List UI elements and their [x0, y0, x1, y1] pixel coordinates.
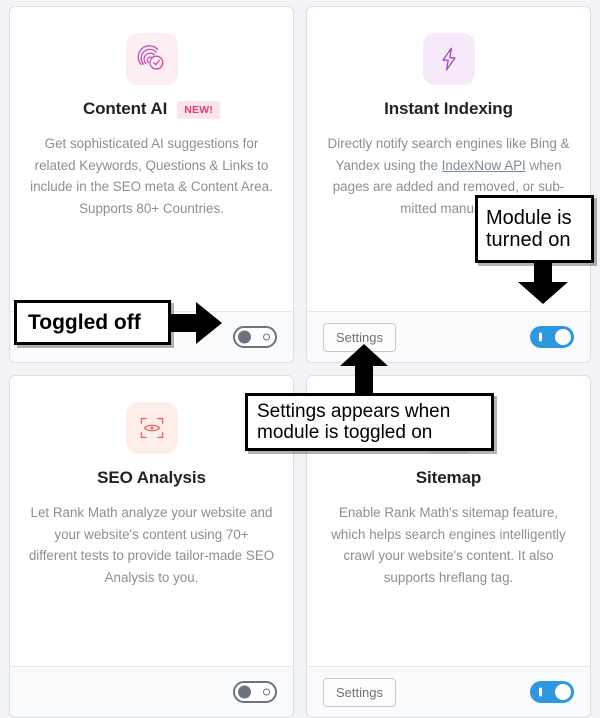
lightning-bolt-icon — [422, 33, 475, 85]
card-title: Instant Indexing — [384, 99, 513, 119]
new-badge: NEW! — [177, 100, 221, 120]
toggle-mark — [539, 687, 542, 697]
card-title-text: Sitemap — [415, 468, 482, 487]
card-title-text: Content AI — [82, 99, 168, 118]
card-description: Let Rank Math analyze your website and y… — [28, 505, 275, 586]
toggle-mark — [263, 688, 270, 696]
content-ai-fingerprint-check-icon — [125, 33, 178, 85]
card-description: Enable Rank Math's sitemap feature, whic… — [331, 505, 566, 586]
toggle-knob — [555, 329, 571, 345]
annotation-module-turned-on: Module is turned on — [475, 195, 594, 263]
card-title: Content AI NEW! — [82, 99, 221, 120]
settings-button-sitemap[interactable]: Settings — [323, 677, 396, 707]
module-toggle-instant-indexing[interactable] — [530, 326, 574, 348]
toggle-knob — [238, 685, 251, 699]
module-card-instant-indexing: Instant Indexing Directly notify search … — [306, 6, 591, 363]
annotation-toggled-off-text: Toggled off — [28, 310, 141, 334]
annotation-module-turned-on-text: Module is turned on — [486, 206, 572, 251]
card-body: Content AI NEW! Get sophisticated AI sug… — [10, 7, 293, 311]
card-title-text: Instant Indexing — [384, 99, 513, 118]
indexnow-api-link[interactable]: IndexNow API — [442, 158, 526, 173]
card-title-text: SEO Analysis — [97, 468, 206, 487]
card-description: Get sophisticated AI suggestions for rel… — [30, 136, 273, 217]
card-title: Sitemap — [415, 468, 482, 488]
card-title: SEO Analysis — [97, 468, 206, 488]
annotation-arrow-up-icon — [340, 344, 388, 396]
annotation-settings-hint: Settings appears when module is toggled … — [245, 393, 494, 451]
annotation-settings-hint-text: Settings appears when module is toggled … — [257, 400, 451, 443]
toggle-knob — [555, 684, 571, 700]
card-footer: Settings — [307, 666, 590, 717]
module-toggle-content-ai[interactable] — [233, 326, 277, 348]
toggle-mark — [539, 332, 542, 342]
toggle-knob — [238, 330, 251, 344]
modules-grid: Content AI NEW! Get sophisticated AI sug… — [0, 0, 600, 718]
card-footer — [10, 666, 293, 717]
annotation-toggled-off: Toggled off — [14, 300, 171, 345]
annotation-arrow-down-icon — [518, 256, 568, 304]
toggle-mark — [263, 333, 270, 341]
annotation-arrow-right-icon — [166, 302, 222, 344]
eye-scan-frame-icon — [125, 402, 178, 454]
